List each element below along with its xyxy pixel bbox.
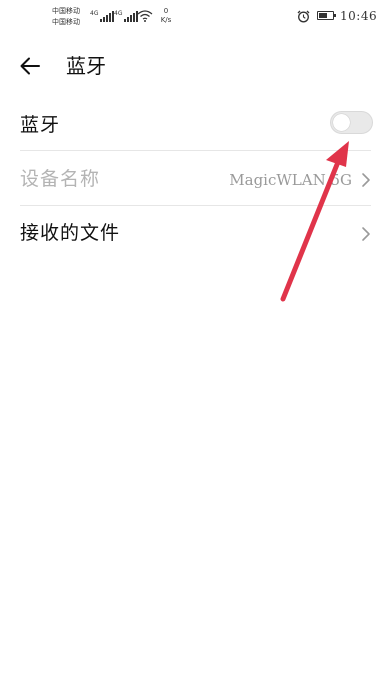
- alarm-clock-icon: [297, 10, 310, 23]
- page-title: 蓝牙: [66, 54, 106, 78]
- bluetooth-row[interactable]: 蓝牙: [0, 98, 389, 152]
- network-speed: 0 K/s: [158, 7, 174, 25]
- arrow-left-icon[interactable]: [18, 54, 42, 78]
- sim2-network-tag: 4G: [114, 10, 123, 17]
- signal-1-icon: 4G: [90, 10, 115, 22]
- chevron-right-icon: [362, 173, 370, 187]
- status-bar: 中国移动 中国移动 4G 4G 0 K/s 10:46: [0, 0, 389, 36]
- sim1-network-tag: 4G: [90, 10, 99, 17]
- carrier-2: 中国移动: [52, 18, 80, 26]
- carrier-1: 中国移动: [52, 7, 80, 15]
- bluetooth-label: 蓝牙: [20, 114, 61, 136]
- toggle-knob: [333, 114, 350, 131]
- received-files-row[interactable]: 接收的文件: [0, 206, 389, 260]
- device-name-value: MagicWLAN 5G: [229, 171, 352, 189]
- wifi-icon: [137, 10, 153, 22]
- signal-2-icon: 4G: [114, 10, 139, 22]
- network-speed-value: 0: [163, 7, 169, 15]
- battery-icon: [317, 11, 336, 20]
- divider: [20, 150, 371, 151]
- carrier-names: 中国移动 中国移动: [52, 6, 80, 28]
- bluetooth-toggle[interactable]: [330, 111, 373, 134]
- device-name-label: 设备名称: [20, 168, 101, 190]
- device-name-row[interactable]: 设备名称 MagicWLAN 5G: [0, 152, 389, 206]
- received-files-label: 接收的文件: [20, 222, 121, 244]
- chevron-right-icon: [362, 227, 370, 241]
- status-time: 10:46: [340, 9, 378, 23]
- network-speed-unit: K/s: [160, 16, 172, 24]
